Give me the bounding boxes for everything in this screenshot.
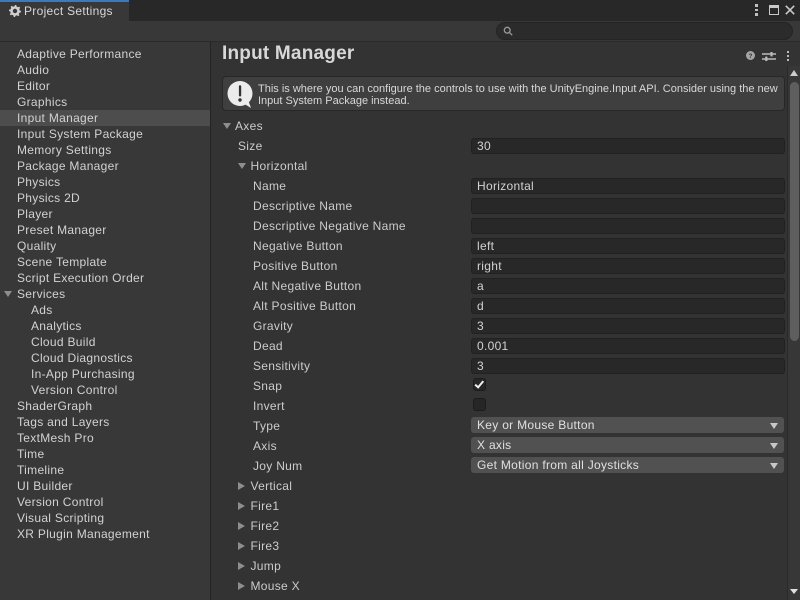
svg-text:?: ?	[749, 53, 753, 60]
